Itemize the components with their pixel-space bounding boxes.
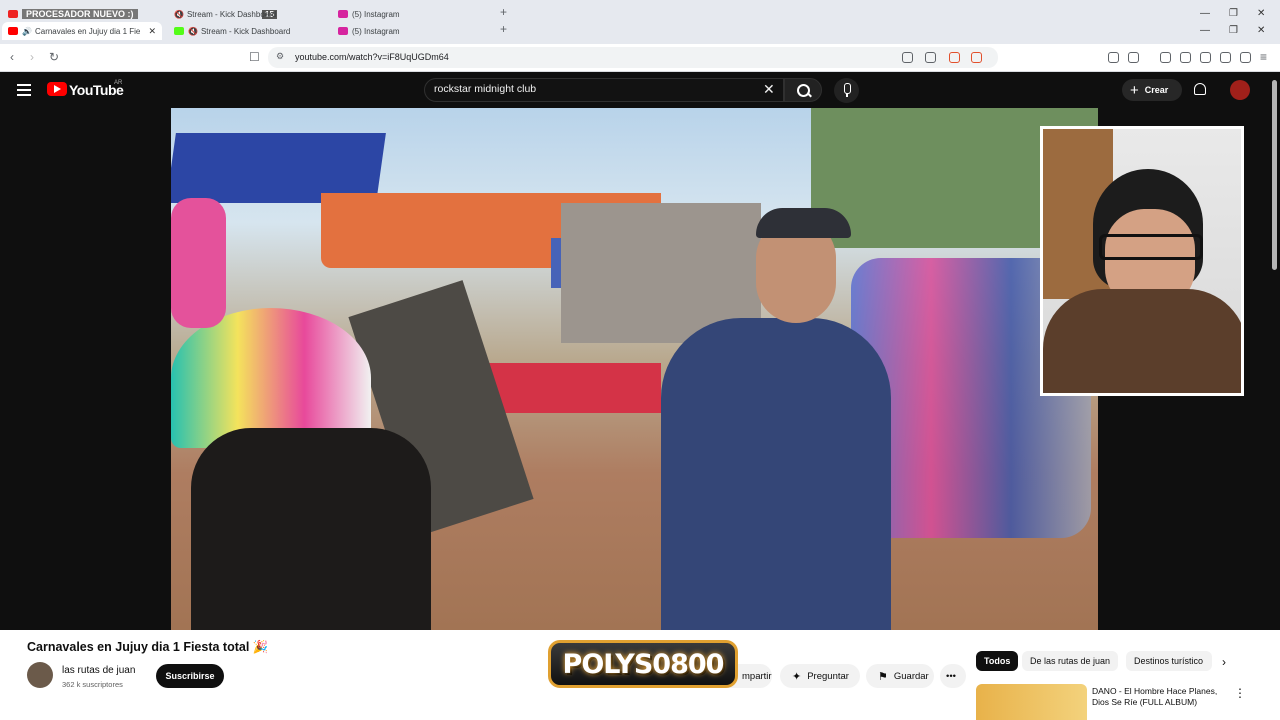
man-cap: [756, 208, 851, 238]
tab-kick-top[interactable]: 🔇 Stream - Kick Dashboard: [174, 6, 276, 22]
bookmark-icon[interactable]: ☐: [249, 50, 260, 64]
minimize-icon[interactable]: —: [1200, 25, 1210, 36]
more-options-icon[interactable]: ⋮: [1234, 686, 1246, 700]
restore-icon[interactable]: ❐: [1229, 8, 1238, 19]
account-avatar[interactable]: [1230, 80, 1250, 100]
carnival-mask: [171, 308, 371, 448]
speaker-icon: 🔇: [174, 9, 184, 19]
streamer-webcam-overlay: [1040, 126, 1244, 396]
tab-overlay[interactable]: PROCESADOR NUEVO :): [8, 6, 158, 22]
glasses-icon: [1099, 234, 1203, 260]
sidebar-icon[interactable]: [1180, 52, 1191, 63]
subscriber-count: 362 k suscriptores: [62, 680, 123, 689]
video-player[interactable]: [171, 108, 1098, 630]
tab-kick[interactable]: 🔇 Stream - Kick Dashboard: [174, 23, 290, 39]
ask-button[interactable]: ✦ Preguntar: [780, 664, 860, 688]
ask-label: Preguntar: [807, 670, 849, 682]
brave-rewards-icon[interactable]: [971, 52, 982, 63]
chip-from-channel[interactable]: De las rutas de juan: [1022, 651, 1119, 671]
share-icon[interactable]: [925, 52, 936, 63]
streamer-shirt: [1043, 289, 1241, 393]
sparkle-icon: ✦: [792, 670, 802, 683]
new-tab-icon[interactable]: +: [500, 5, 507, 19]
recommended-title[interactable]: DANO - El Hombre Hace Planes, Dios Se Rí…: [1092, 686, 1232, 708]
youtube-favicon-icon: [8, 10, 18, 18]
kick-favicon-icon: [174, 27, 184, 35]
recommended-thumbnail[interactable]: [976, 684, 1087, 720]
channel-name[interactable]: las rutas de juan: [62, 665, 135, 676]
tab-instagram[interactable]: (5) Instagram: [338, 23, 400, 39]
brave-shield-icon[interactable]: [949, 52, 960, 63]
tab-title: Stream - Kick Dashboard: [200, 26, 291, 36]
chevron-right-icon[interactable]: ›: [1222, 655, 1226, 669]
site-info-icon[interactable]: ⚙: [276, 51, 284, 62]
masked-person: [191, 428, 431, 630]
screenshot-icon[interactable]: [1128, 52, 1139, 63]
back-icon[interactable]: ‹: [10, 50, 14, 64]
plus-icon: +: [1130, 81, 1139, 99]
market-table: [481, 363, 661, 413]
extensions-icon[interactable]: [1108, 52, 1119, 63]
tab-title: Carnavales en Jujuy dia 1 Fiesta total: [34, 26, 140, 36]
clear-search-icon[interactable]: ✕: [763, 81, 775, 98]
overlay-title: PROCESADOR NUEVO :): [22, 9, 138, 19]
forward-icon[interactable]: ›: [30, 50, 34, 64]
tab-instagram-top[interactable]: (5) Instagram: [338, 6, 400, 22]
tab-youtube[interactable]: 🔊 Carnavales en Jujuy dia 1 Fiesta total…: [8, 23, 160, 39]
man-blue-shirt: [661, 318, 891, 630]
create-button[interactable]: + Crear: [1122, 79, 1182, 101]
reload-icon[interactable]: ↻: [49, 50, 59, 64]
tab-title: (5) Instagram: [352, 9, 400, 19]
cast-icon[interactable]: [902, 52, 913, 63]
search-button[interactable]: [784, 78, 822, 102]
share-label: mpartir: [742, 670, 772, 682]
wallet-icon[interactable]: [1200, 52, 1211, 63]
search-input[interactable]: [434, 83, 734, 95]
new-tab-icon[interactable]: +: [500, 22, 507, 36]
region-code: AR: [114, 80, 123, 86]
vpn-icon[interactable]: [1240, 52, 1251, 63]
subscribe-button[interactable]: Suscribirse: [156, 664, 224, 688]
pink-costume: [171, 198, 226, 328]
minimize-icon[interactable]: —: [1200, 8, 1210, 19]
close-window-icon[interactable]: ✕: [1257, 8, 1265, 19]
tab-title: (5) Instagram: [352, 26, 400, 36]
close-window-icon[interactable]: ✕: [1257, 25, 1265, 36]
close-tab-icon[interactable]: ✕: [148, 26, 156, 37]
restore-icon[interactable]: ❐: [1229, 25, 1238, 36]
instagram-favicon-icon: [338, 10, 348, 18]
music-icon[interactable]: [1160, 52, 1171, 63]
speaker-icon: 🔇: [188, 26, 198, 36]
save-button[interactable]: ⚑ Guardar: [866, 664, 934, 688]
save-label: Guardar: [893, 670, 929, 682]
youtube-logo-icon[interactable]: [47, 82, 67, 96]
streamer-watermark: POLYS0800: [548, 640, 738, 688]
notifications-bell-icon[interactable]: [1194, 83, 1206, 95]
tab-title: Stream - Kick Dashboard: [186, 9, 277, 19]
channel-avatar[interactable]: [27, 662, 53, 688]
url-text[interactable]: youtube.com/watch?v=iF8UqUGDm64: [295, 52, 449, 62]
hamburger-menu-icon[interactable]: [17, 84, 31, 96]
voice-search-button[interactable]: [834, 78, 859, 103]
chip-destinos[interactable]: Destinos turístico: [1126, 651, 1212, 671]
speaker-icon: 🔊: [22, 26, 32, 36]
menu-icon[interactable]: ≡: [1260, 50, 1267, 64]
scrollbar-thumb[interactable]: [1272, 80, 1277, 270]
downloads-icon[interactable]: [1220, 52, 1231, 63]
more-actions-button[interactable]: •••: [940, 664, 966, 688]
bookmark-icon: ⚑: [878, 670, 888, 683]
create-label: Crear: [1144, 85, 1169, 95]
youtube-favicon-icon: [8, 27, 18, 35]
video-title: Carnavales en Jujuy dia 1 Fiesta total 🎉: [27, 640, 269, 654]
chip-all[interactable]: Todos: [976, 651, 1019, 671]
instagram-favicon-icon: [338, 27, 348, 35]
